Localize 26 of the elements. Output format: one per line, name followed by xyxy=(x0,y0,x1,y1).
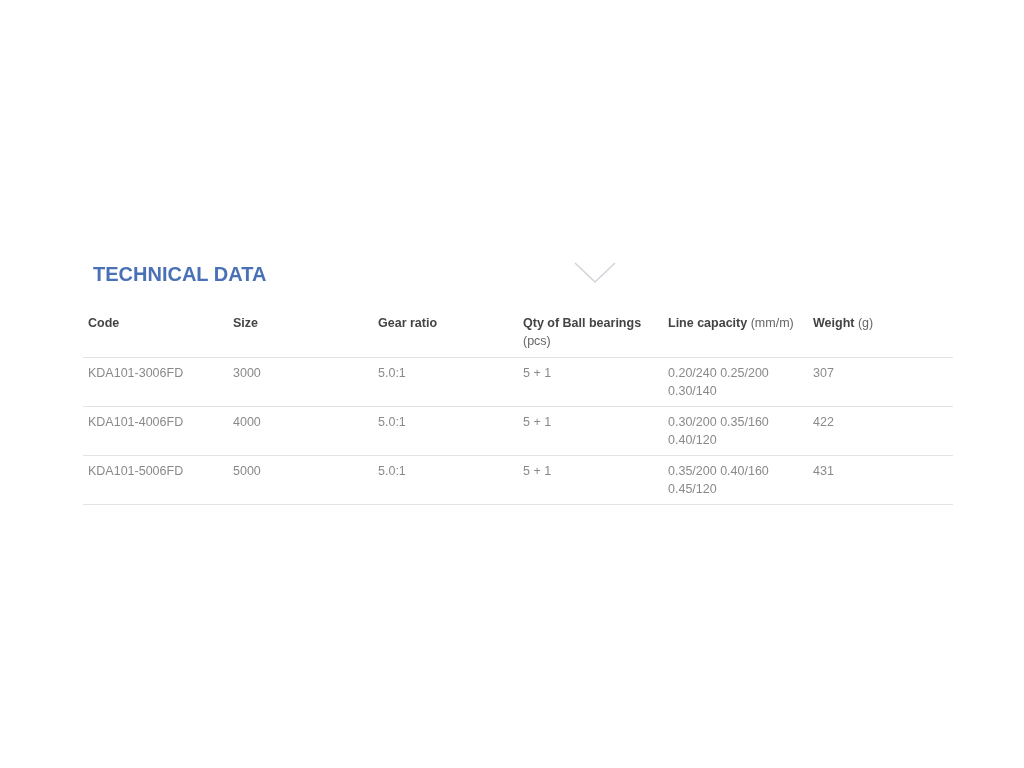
table-cell: 4000 xyxy=(228,406,373,456)
table-cell: 5 + 1 xyxy=(518,406,663,456)
table-cell: 431 xyxy=(808,455,953,505)
column-header: Qty of Ball bearings (pcs) xyxy=(518,306,663,358)
table-cell: 3000 xyxy=(228,357,373,407)
table-cell: 0.30/200 0.35/160 0.40/120 xyxy=(663,406,808,456)
column-header: Gear ratio xyxy=(373,306,518,358)
chevron-down-icon xyxy=(574,262,617,284)
table-cell: KDA101-4006FD xyxy=(83,406,228,456)
column-header: Line capacity (mm/m) xyxy=(663,306,808,358)
table-cell: 307 xyxy=(808,357,953,407)
table-cell: KDA101-5006FD xyxy=(83,455,228,505)
table-cell: 5.0:1 xyxy=(373,406,518,456)
table-cell: 5 + 1 xyxy=(518,455,663,505)
table-cell: 5.0:1 xyxy=(373,357,518,407)
table-cell: 0.35/200 0.40/160 0.45/120 xyxy=(663,455,808,505)
table-cell: 5 + 1 xyxy=(518,357,663,407)
column-header: Code xyxy=(83,306,228,358)
table-cell: 5.0:1 xyxy=(373,455,518,505)
column-header: Size xyxy=(228,306,373,358)
section-title: TECHNICAL DATA xyxy=(93,262,267,286)
table-cell: KDA101-3006FD xyxy=(83,357,228,407)
table-cell: 5000 xyxy=(228,455,373,505)
column-header: Weight (g) xyxy=(808,306,953,358)
table-cell: 0.20/240 0.25/200 0.30/140 xyxy=(663,357,808,407)
table-cell: 422 xyxy=(808,406,953,456)
